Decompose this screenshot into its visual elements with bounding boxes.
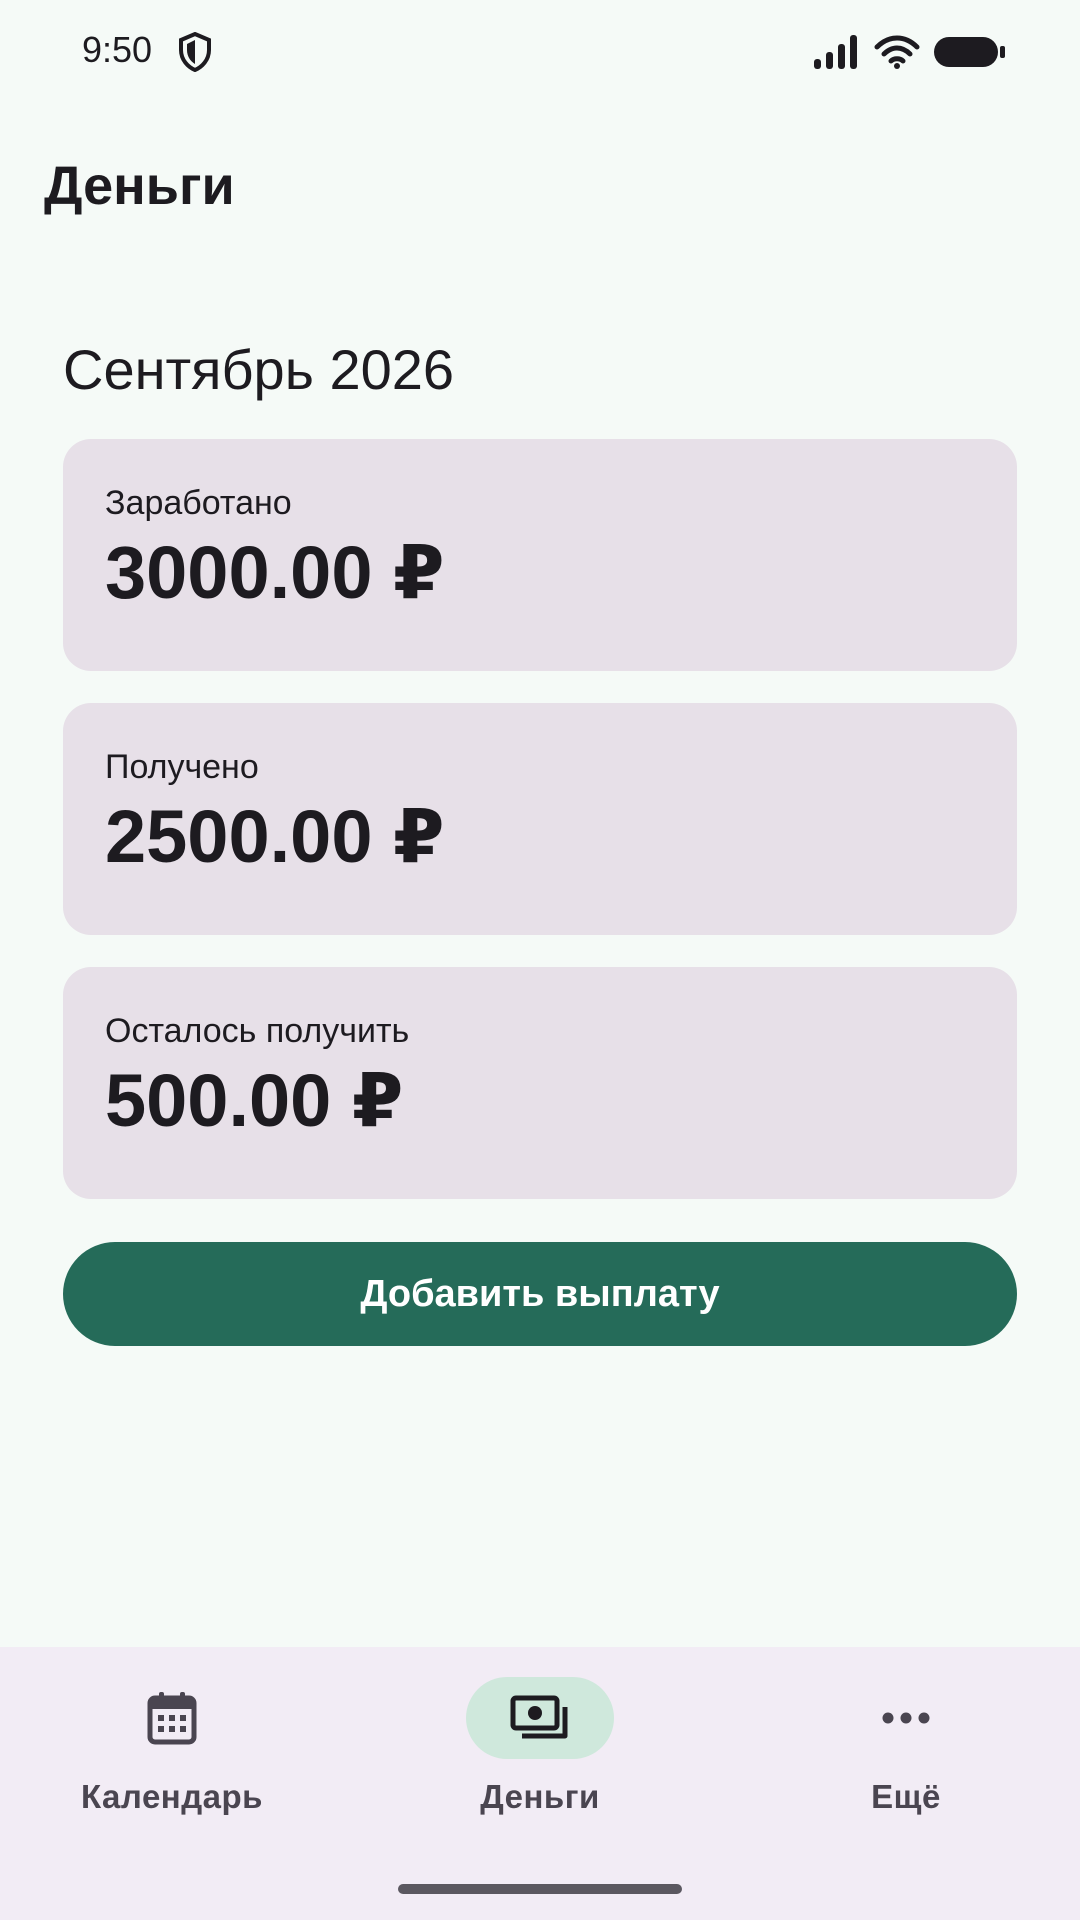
calendar-icon <box>147 1692 197 1745</box>
nav-label-calendar: Календарь <box>81 1778 263 1815</box>
battery-icon <box>934 37 1005 67</box>
bottom-navigation: Календарь Деньги Ещё <box>0 1647 1080 1920</box>
nav-icon-container <box>846 1677 966 1759</box>
nav-label-more: Ещё <box>871 1778 941 1815</box>
home-indicator <box>398 1884 682 1894</box>
nav-item-money[interactable]: Деньги <box>390 1677 690 1847</box>
received-label: Получено <box>105 748 259 786</box>
status-icons <box>814 32 1006 72</box>
add-payment-button[interactable]: Добавить выплату <box>63 1242 1017 1346</box>
earned-card: Заработано 3000.00 ₽ <box>63 439 1017 671</box>
remaining-label: Осталось получить <box>105 1012 410 1050</box>
shield-icon <box>179 32 211 72</box>
received-value: 2500.00 ₽ <box>105 795 445 878</box>
money-icon <box>510 1695 568 1739</box>
earned-label: Заработано <box>105 484 292 522</box>
signal-icon <box>814 35 857 69</box>
nav-item-calendar[interactable]: Календарь <box>22 1677 322 1847</box>
earned-value: 3000.00 ₽ <box>105 531 445 614</box>
page-title: Деньги <box>44 156 235 216</box>
status-time: 9:50 <box>82 29 153 70</box>
more-icon <box>882 1712 930 1724</box>
nav-icon-container <box>112 1677 232 1759</box>
nav-label-money: Деньги <box>480 1778 600 1815</box>
month-title: Сентябрь 2026 <box>63 338 455 401</box>
status-bar: 9:50 <box>0 0 1080 100</box>
wifi-icon <box>874 35 920 69</box>
nav-active-indicator <box>466 1677 614 1759</box>
remaining-value: 500.00 ₽ <box>105 1059 404 1142</box>
nav-item-more[interactable]: Ещё <box>756 1677 1056 1847</box>
remaining-card: Осталось получить 500.00 ₽ <box>63 967 1017 1199</box>
received-card: Получено 2500.00 ₽ <box>63 703 1017 935</box>
